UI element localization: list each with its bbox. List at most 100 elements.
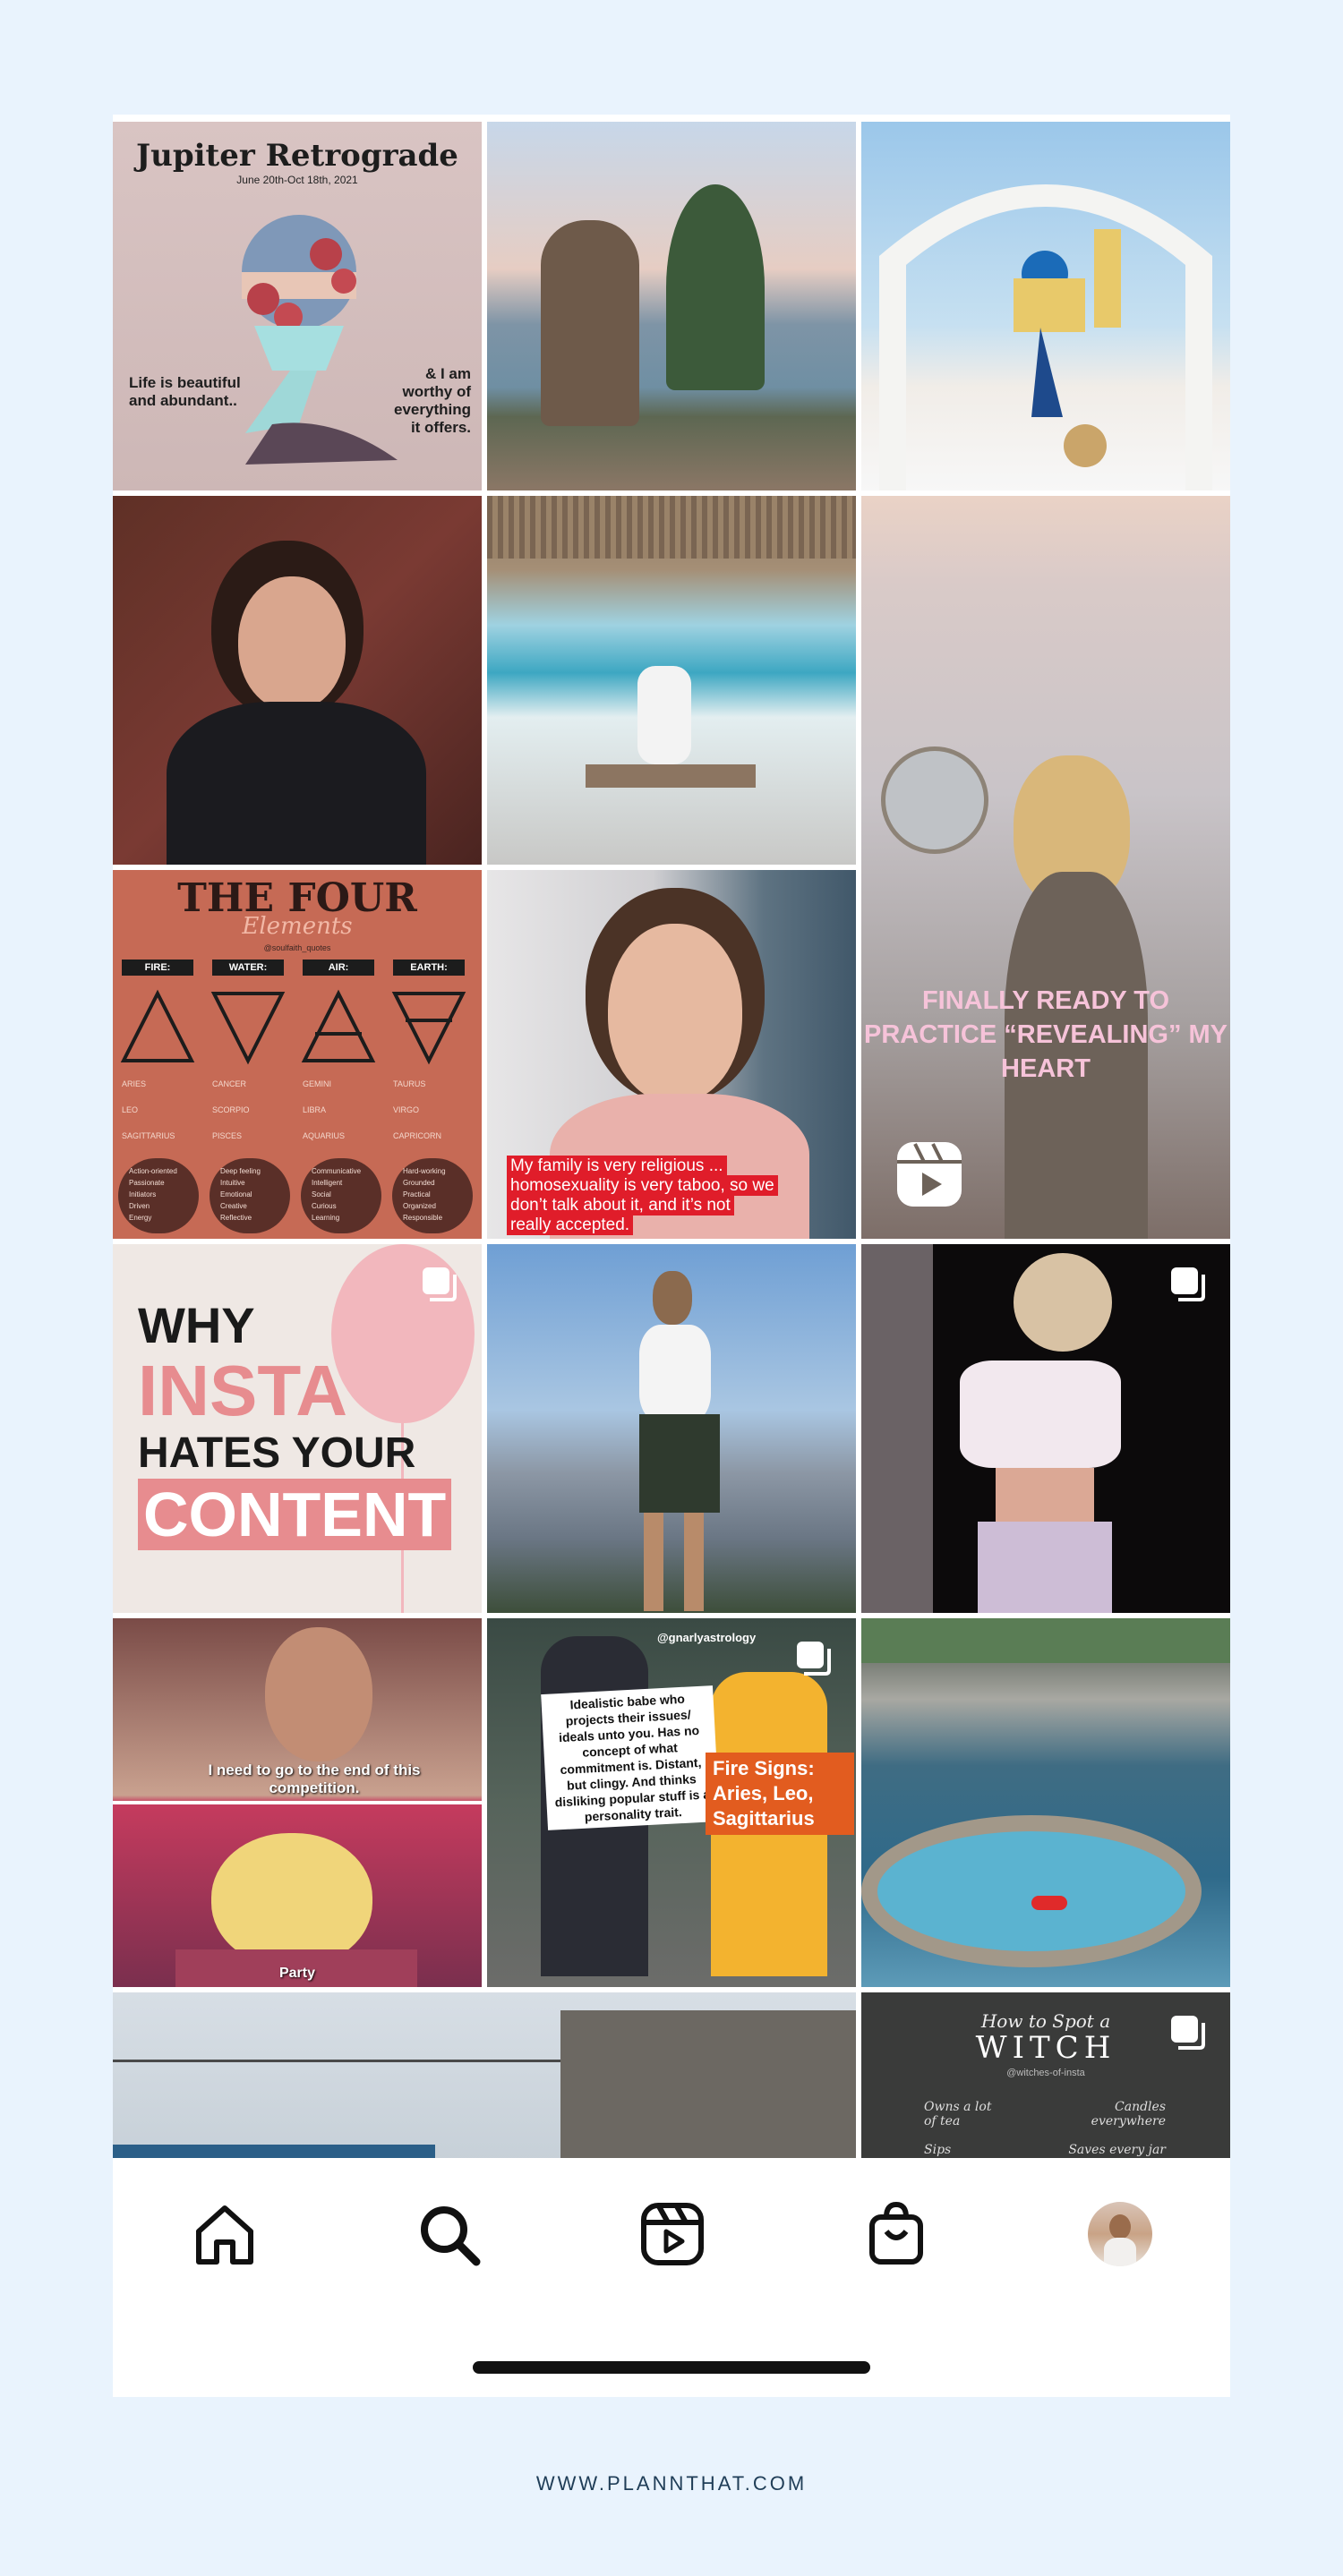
post-selfie[interactable] [113, 496, 482, 865]
tab-search[interactable] [408, 2194, 489, 2274]
trait: Reflective [220, 1214, 252, 1222]
sign: CAPRICORN [393, 1131, 442, 1140]
post-portrait[interactable]: My family is very religious ... homosexu… [487, 870, 856, 1239]
right-quote: & I am worthy of everything it offers. [394, 365, 471, 436]
trait: Intuitive [220, 1179, 245, 1187]
multiple-posts-icon [423, 1267, 457, 1301]
sign: GEMINI [303, 1079, 332, 1088]
element-name: AIR: [303, 960, 374, 976]
arch [879, 184, 1212, 490]
tab-profile[interactable] [1080, 2194, 1160, 2274]
post-dates: June 20th-Oct 18th, 2021 [236, 174, 358, 186]
trait: Emotional [220, 1190, 252, 1198]
trait: Practical [403, 1190, 431, 1198]
post-lake[interactable] [487, 122, 856, 490]
trait: Organized [403, 1202, 436, 1210]
sign: LIBRA [303, 1105, 327, 1114]
post-swing[interactable] [487, 496, 856, 865]
trait: Passionate [129, 1179, 165, 1187]
trait: Social [312, 1190, 331, 1198]
post-four-elements[interactable]: THE FOUR Elements @soulfaith_quotes FIRE… [113, 870, 482, 1239]
trait: Curious [312, 1202, 337, 1210]
thatch-roof [487, 496, 856, 559]
earth-traits: Hard-working Grounded Practical Organize… [392, 1158, 473, 1233]
tab-reels[interactable] [632, 2194, 713, 2274]
post-fire-signs[interactable]: @gnarlyastrology Idealistic babe who pro… [487, 1618, 856, 1987]
top [167, 702, 426, 865]
post-witch[interactable]: How to Spot a WITCH @witches-of-insta Ow… [861, 1992, 1230, 2158]
sign: SAGITTARIUS [122, 1131, 175, 1140]
shirt [960, 1361, 1121, 1468]
trait: Deep feeling [220, 1167, 261, 1175]
trees [861, 1618, 1230, 1663]
sign: LEO [122, 1105, 139, 1114]
element-symbols [120, 989, 466, 1065]
face [608, 924, 742, 1103]
phone-screen: Jupiter Retrograde June 20th-Oct 18th, 2… [113, 115, 1230, 2397]
post-subtitle: Elements [242, 913, 353, 940]
line-hates: HATES YOUR [138, 1429, 416, 1477]
trait: Intelligent [312, 1179, 343, 1187]
tab-shop[interactable] [856, 2194, 937, 2274]
face [238, 576, 346, 711]
row2-left: Sips moonwater [924, 2143, 996, 2158]
head [1014, 1253, 1112, 1352]
trait: Initiators [129, 1190, 157, 1198]
caption-top: I need to go to the end of this competit… [208, 1761, 421, 1796]
post-hot-spring[interactable] [861, 1618, 1230, 1987]
line-insta: INSTA [138, 1351, 348, 1430]
explore-grid: Jupiter Retrograde June 20th-Oct 18th, 2… [113, 115, 1230, 2158]
footer-url: WWW.PLANNTHAT.COM [535, 2472, 808, 2495]
post-drag[interactable]: I need to go to the end of this competit… [113, 1618, 482, 1987]
leg [684, 1513, 704, 1611]
row2-right: Saves every jar [1068, 2143, 1166, 2157]
top [639, 1325, 711, 1423]
element-fire: FIRE: [122, 960, 193, 976]
pants [978, 1522, 1112, 1613]
post-santorini[interactable] [861, 122, 1230, 490]
sign: PISCES [212, 1131, 243, 1140]
caption-text: My family is very religious ... homosexu… [507, 1156, 778, 1235]
reel-caption: FINALLY READY TO PRACTICE “REVEALING” MY… [863, 986, 1228, 1083]
bottom-tab-bar [113, 2158, 1230, 2397]
trait: Creative [220, 1202, 247, 1210]
sign: TAURUS [393, 1079, 426, 1088]
row1-right: Candles everywhere [1091, 2100, 1166, 2128]
sign: ARIES [122, 1079, 147, 1088]
shorts [639, 1414, 720, 1513]
awning [113, 2145, 435, 2158]
element-name: FIRE: [122, 960, 193, 976]
tab-home[interactable] [184, 2194, 265, 2274]
earth-signs: TAURUS VIRGO CAPRICORN [393, 1071, 478, 1149]
sign: SCORPIO [212, 1105, 250, 1114]
reels-icon [641, 2203, 704, 2265]
post-why-insta[interactable]: WHY INSTA HATES YOUR CONTENT [113, 1244, 482, 1613]
post-night[interactable] [861, 1244, 1230, 1613]
post-title: Jupiter Retrograde [136, 138, 458, 174]
fire-traits: Action-oriented Passionate Initiators Dr… [118, 1158, 199, 1233]
handle: @witches-of-insta [1006, 2068, 1085, 2078]
trait: Driven [129, 1202, 150, 1210]
swimmer [1031, 1896, 1067, 1910]
building [560, 2010, 856, 2158]
sign: VIRGO [393, 1105, 420, 1114]
element-earth: EARTH: [393, 960, 465, 976]
head [653, 1271, 692, 1325]
line-content: CONTENT [138, 1479, 452, 1550]
wig [211, 1833, 372, 1967]
post-mountain[interactable] [487, 1244, 856, 1613]
shop-bag-icon [869, 2201, 923, 2265]
trait: Communicative [312, 1167, 362, 1175]
swing-seat [586, 764, 756, 788]
home-indicator[interactable] [473, 2361, 870, 2374]
post-reel-dance[interactable]: FINALLY READY TO PRACTICE “REVEALING” MY… [861, 496, 1230, 1239]
multiple-posts-icon [797, 1642, 831, 1676]
post-street[interactable] [113, 1992, 856, 2158]
trait: Responsible [403, 1214, 443, 1222]
element-name: EARTH: [393, 960, 465, 976]
row1-left: Owns a lot of tea [924, 2100, 992, 2128]
reels-icon [897, 1142, 962, 1207]
post-jupiter-retrograde[interactable]: Jupiter Retrograde June 20th-Oct 18th, 2… [113, 122, 482, 490]
left-quote: Life is beautiful and abundant.. [129, 374, 241, 409]
sign: CANCER [212, 1079, 247, 1088]
